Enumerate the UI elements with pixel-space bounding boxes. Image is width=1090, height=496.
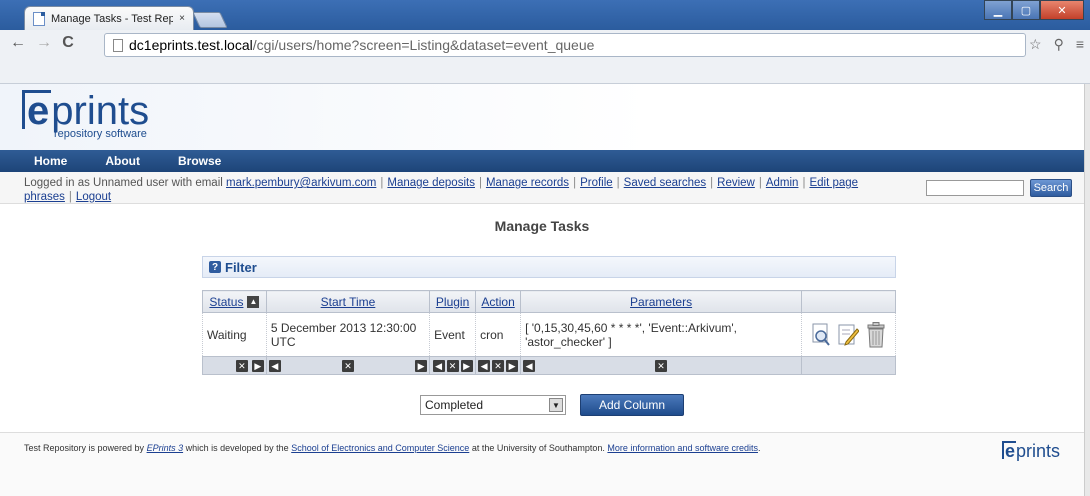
header-status: Status ▲ [202,290,267,313]
move-left-icon[interactable]: ◀ [523,359,536,372]
remove-column-icon[interactable]: ✕ [492,359,505,372]
page-title: Manage Tasks [494,218,590,234]
cell-actions [801,312,896,357]
move-right-icon[interactable]: ▶ [415,359,428,372]
remove-column-icon[interactable]: ✕ [446,359,459,372]
header-actions [801,290,896,313]
header-parameters: Parameters [520,290,803,313]
cell-action: cron [475,312,522,357]
move-left-icon[interactable]: ◀ [478,359,491,372]
cell-status: Waiting [202,312,267,357]
link-admin[interactable]: Admin [766,177,799,189]
add-column-controls: Completed ▼ Add Column [420,394,684,416]
search-input[interactable] [926,180,1024,196]
move-right-icon[interactable]: ▶ [506,359,519,372]
window-controls: ▁ ▢ ✕ [984,0,1084,20]
reload-button[interactable]: C [58,34,78,52]
back-button[interactable]: ← [8,34,28,52]
nav-about[interactable]: About [105,154,140,168]
move-left-icon[interactable]: ◀ [432,359,445,372]
bookmark-star-icon[interactable]: ☆ [1029,36,1042,53]
search-button[interactable]: Search [1030,179,1072,197]
delete-trash-icon[interactable] [865,321,887,348]
column-select[interactable]: Completed ▼ [420,395,566,415]
link-profile[interactable]: Profile [580,177,613,189]
header-action: Action [475,290,522,313]
cell-parameters: [ '0,15,30,45,60 * * * *', 'Event::Arkiv… [520,312,803,357]
move-right-icon[interactable]: ▶ [251,359,264,372]
browser-tab[interactable]: Manage Tasks - Test Repo × [24,6,194,30]
sort-up-icon[interactable]: ▲ [247,296,260,309]
browser-toolbar: ← → C dc1eprints.test.local/cgi/users/ho… [0,30,1090,84]
link-review[interactable]: Review [717,177,755,189]
tasks-table: Status ▲ Start Time Plugin Action Paramet… [202,290,896,375]
minimize-button[interactable]: ▁ [984,0,1012,20]
move-right-icon[interactable]: ▶ [460,359,473,372]
page-footer: Test Repository is powered by EPrints 3 … [0,432,1084,496]
school-link[interactable]: School of Electronics and Computer Scien… [291,443,469,453]
table-header-row: Status ▲ Start Time Plugin Action Paramet… [202,290,896,313]
address-bar[interactable]: dc1eprints.test.local/cgi/users/home?scr… [104,33,1026,57]
logo-subtitle: repository software [54,128,147,140]
header-plugin: Plugin [429,290,477,313]
window-close-button[interactable]: ✕ [1040,0,1084,20]
footer-eprints-logo[interactable]: e prints [1002,441,1060,460]
maximize-button[interactable]: ▢ [1012,0,1040,20]
page-favicon-icon [33,11,45,26]
site-header: e prints repository software [0,84,1084,150]
eprints-logo[interactable]: e prints [22,90,149,131]
chevron-down-icon: ▼ [549,398,563,412]
cell-start-time: 5 December 2013 12:30:00 UTC [265,312,431,357]
table-row: Waiting 5 December 2013 12:30:00 UTC Eve… [202,312,896,357]
browser-menu-icon[interactable]: ≡ [1076,36,1084,53]
filter-help-icon: ? [209,261,221,273]
cell-plugin: Event [429,312,477,357]
user-email-link[interactable]: mark.pembury@arkivum.com [226,177,376,189]
url-text: dc1eprints.test.local/cgi/users/home?scr… [129,37,595,53]
login-info: Logged in as Unnamed user with email [24,177,223,189]
remove-column-icon[interactable]: ✕ [235,359,248,372]
column-controls-row: ✕ ▶ ◀ ✕ ▶ ◀ ✕ ▶ ◀ ✕ ▶ ◀ ✕ [202,356,896,375]
remove-column-icon[interactable]: ✕ [341,359,354,372]
view-icon[interactable] [811,323,831,347]
filter-label: Filter [225,259,257,275]
main-nav: Home About Browse [0,150,1084,172]
edit-icon[interactable] [837,323,859,347]
move-left-icon[interactable]: ◀ [268,359,281,372]
new-tab-button[interactable] [192,12,228,28]
page-viewport: e prints repository software Home About … [0,84,1084,496]
link-logout[interactable]: Logout [76,191,111,203]
nav-home[interactable]: Home [34,154,67,168]
link-manage-records[interactable]: Manage records [486,177,569,189]
user-bar: Logged in as Unnamed user with email mar… [0,172,1084,204]
add-column-button[interactable]: Add Column [580,394,684,416]
tab-close-icon[interactable]: × [179,13,185,24]
nav-browse[interactable]: Browse [178,154,221,168]
link-manage-deposits[interactable]: Manage deposits [387,177,475,189]
remove-column-icon[interactable]: ✕ [655,359,668,372]
tab-title: Manage Tasks - Test Repo [51,12,174,25]
filter-bar[interactable]: ? Filter [202,256,896,278]
forward-button[interactable]: → [34,34,54,52]
eprints-link[interactable]: EPrints 3 [147,443,184,453]
browser-actions: ☆ ⚲ ≡ [1029,36,1084,53]
footer-text: Test Repository is powered by EPrints 3 … [24,443,761,453]
vertical-scrollbar[interactable] [1084,84,1090,496]
header-start-time: Start Time [265,290,431,313]
browser-titlebar: Manage Tasks - Test Repo × ▁ ▢ ✕ [0,0,1090,30]
extension-icon[interactable]: ⚲ [1054,36,1064,53]
more-info-link[interactable]: More information and software credits [607,443,758,453]
link-saved-searches[interactable]: Saved searches [624,177,706,189]
page-icon [113,38,123,52]
